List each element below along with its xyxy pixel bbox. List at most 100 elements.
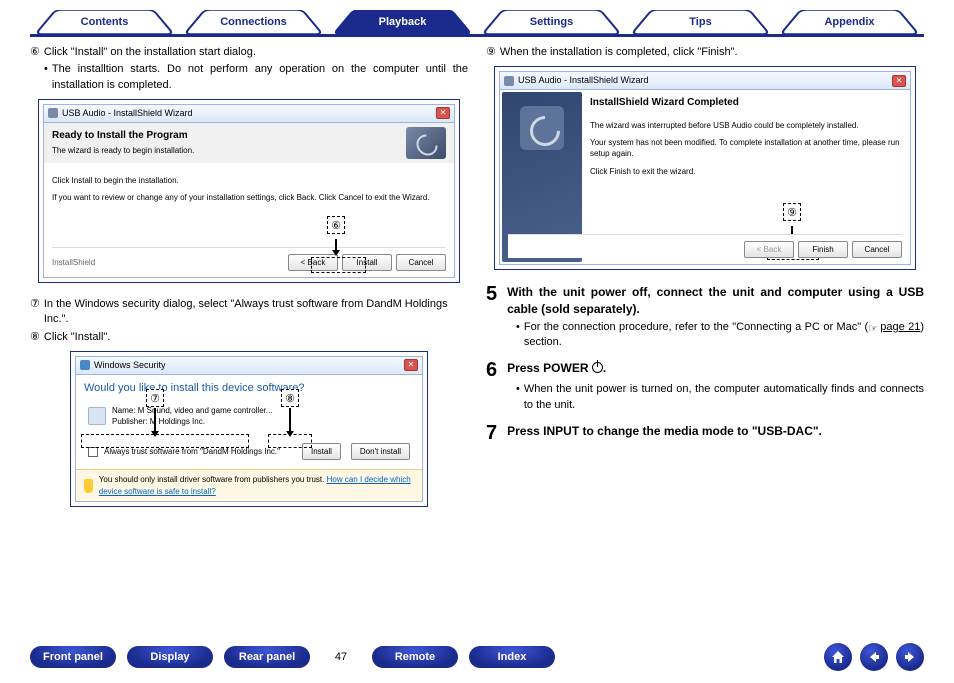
banner-subheading: The wizard is ready to begin installatio… bbox=[52, 145, 194, 156]
step-text: Click "Install". bbox=[44, 330, 111, 345]
tab-label: Tips bbox=[689, 16, 711, 28]
footer-nav: Front panel Display Rear panel 47 Remote… bbox=[30, 643, 924, 671]
step-text: When the installation is completed, clic… bbox=[500, 45, 738, 60]
dialog-body: InstallShield Wizard Completed The wizar… bbox=[499, 90, 911, 265]
close-icon: ✕ bbox=[892, 75, 906, 87]
bullet-text: The installtion starts. Do not perform a… bbox=[52, 62, 468, 93]
tab-label: Settings bbox=[530, 16, 573, 28]
step-heading: Press INPUT to change the media mode to … bbox=[507, 423, 924, 443]
trust-text: Always trust software from "DandM Holdin… bbox=[104, 446, 280, 457]
prev-button[interactable] bbox=[860, 643, 888, 671]
dialog-titlebar: USB Audio - InstallShield Wizard ✕ bbox=[43, 104, 455, 123]
screenshot-install-dialog: USB Audio - InstallShield Wizard ✕ Ready… bbox=[38, 99, 460, 283]
complete-line1: The wizard was interrupted before USB Au… bbox=[590, 120, 902, 131]
page-number: 47 bbox=[321, 651, 361, 663]
big-5-bullet: • For the connection procedure, refer to… bbox=[486, 320, 924, 351]
finish-button: Finish bbox=[798, 241, 848, 258]
step-heading: With the unit power off, connect the uni… bbox=[507, 284, 924, 318]
dialog-title: Windows Security bbox=[94, 359, 166, 372]
page-link[interactable]: page 21 bbox=[880, 321, 920, 333]
tab-settings[interactable]: Settings bbox=[477, 10, 626, 34]
callout-6: ⑥ bbox=[327, 216, 345, 234]
callout-7: ⑦ bbox=[146, 389, 164, 407]
step-heading: Press POWER . bbox=[507, 360, 924, 380]
tab-playback[interactable]: Playback bbox=[328, 10, 477, 34]
pill-front-panel[interactable]: Front panel bbox=[30, 646, 116, 668]
security-icon bbox=[80, 360, 90, 370]
left-column: ⑥ Click "Install" on the installation st… bbox=[30, 45, 468, 521]
checkbox-icon bbox=[88, 447, 98, 457]
step-number: 7 bbox=[486, 423, 497, 443]
callout-target-8 bbox=[268, 434, 312, 448]
home-button[interactable] bbox=[824, 643, 852, 671]
disc-icon bbox=[88, 407, 106, 425]
screenshot-security-dialog: Windows Security ✕ Would you like to ins… bbox=[70, 351, 428, 507]
complete-line2: Your system has not been modified. To co… bbox=[590, 137, 902, 159]
close-icon: ✕ bbox=[436, 107, 450, 119]
dialog-title: USB Audio - InstallShield Wizard bbox=[62, 107, 193, 120]
shield-icon bbox=[84, 479, 93, 493]
step-8: ⑧ Click "Install". bbox=[30, 330, 468, 345]
banner-icon bbox=[406, 127, 446, 159]
callout-target-7 bbox=[81, 434, 249, 448]
bullet-dot: • bbox=[516, 320, 520, 351]
complete-line3: Click Finish to exit the wizard. bbox=[590, 166, 902, 177]
footer-icons bbox=[824, 643, 924, 671]
installer-icon bbox=[48, 108, 58, 118]
big-step-5: 5 With the unit power off, connect the u… bbox=[486, 284, 924, 318]
tab-label: Playback bbox=[379, 16, 427, 28]
page-ref-icon: ☞ bbox=[868, 322, 880, 332]
step-9: ⑨ When the installation is completed, cl… bbox=[486, 45, 924, 60]
bullet-text: When the unit power is turned on, the co… bbox=[524, 382, 924, 413]
pill-display[interactable]: Display bbox=[127, 646, 213, 668]
warn-text: You should only install driver software … bbox=[99, 475, 325, 484]
body-line-1: Click Install to begin the installation. bbox=[52, 175, 446, 186]
tab-label: Connections bbox=[220, 16, 287, 28]
pill-rear-panel[interactable]: Rear panel bbox=[224, 646, 310, 668]
cancel-button: Cancel bbox=[852, 241, 902, 258]
publisher-line: Publisher: M Holdings Inc. bbox=[112, 416, 273, 427]
pill-index[interactable]: Index bbox=[469, 646, 555, 668]
callout-arrow bbox=[335, 239, 337, 251]
complete-heading: InstallShield Wizard Completed bbox=[590, 96, 902, 110]
name-line: Name: M Sound, video and game controller… bbox=[112, 405, 273, 416]
tab-contents[interactable]: Contents bbox=[30, 10, 179, 34]
tab-appendix[interactable]: Appendix bbox=[775, 10, 924, 34]
tab-connections[interactable]: Connections bbox=[179, 10, 328, 34]
callout-arrow-7 bbox=[154, 408, 156, 432]
step-number: 6 bbox=[486, 360, 497, 380]
installer-icon bbox=[504, 76, 514, 86]
tab-tips[interactable]: Tips bbox=[626, 10, 775, 34]
dialog-banner: Ready to Install the Program The wizard … bbox=[44, 123, 454, 163]
right-column: ⑨ When the installation is completed, cl… bbox=[486, 45, 924, 521]
close-icon: ✕ bbox=[404, 359, 418, 371]
big-6-bullet: • When the unit power is turned on, the … bbox=[486, 382, 924, 413]
footer-label: InstallShield bbox=[52, 257, 95, 268]
bullet-dot: • bbox=[44, 62, 48, 93]
step-number: 5 bbox=[486, 284, 497, 318]
body-line-2: If you want to review or change any of y… bbox=[52, 192, 446, 203]
security-question: Would you like to install this device so… bbox=[84, 381, 414, 396]
step-6-bullet: • The installtion starts. Do not perform… bbox=[30, 62, 468, 93]
dialog-titlebar: USB Audio - InstallShield Wizard ✕ bbox=[499, 71, 911, 90]
pill-remote[interactable]: Remote bbox=[372, 646, 458, 668]
step-marker: ⑨ bbox=[486, 45, 496, 60]
callout-arrow-8 bbox=[289, 408, 291, 432]
dont-install-button: Don't install bbox=[351, 443, 410, 460]
cancel-button: Cancel bbox=[396, 254, 446, 271]
step-marker: ⑦ bbox=[30, 297, 40, 328]
next-button[interactable] bbox=[896, 643, 924, 671]
dialog-title: USB Audio - InstallShield Wizard bbox=[518, 74, 649, 87]
power-icon bbox=[592, 362, 603, 373]
tab-label: Appendix bbox=[824, 16, 874, 28]
back-button: < Back bbox=[744, 241, 794, 258]
bullet-text: For the connection procedure, refer to t… bbox=[524, 320, 924, 351]
step-text: Click "Install" on the installation star… bbox=[44, 45, 256, 60]
big-step-6: 6 Press POWER . bbox=[486, 360, 924, 380]
step-marker: ⑥ bbox=[30, 45, 40, 60]
warning-row: You should only install driver software … bbox=[76, 469, 422, 500]
dialog-titlebar: Windows Security ✕ bbox=[75, 356, 423, 375]
bullet-dot: • bbox=[516, 382, 520, 413]
screenshot-complete-dialog: USB Audio - InstallShield Wizard ✕ Insta… bbox=[494, 66, 916, 270]
step-marker: ⑧ bbox=[30, 330, 40, 345]
